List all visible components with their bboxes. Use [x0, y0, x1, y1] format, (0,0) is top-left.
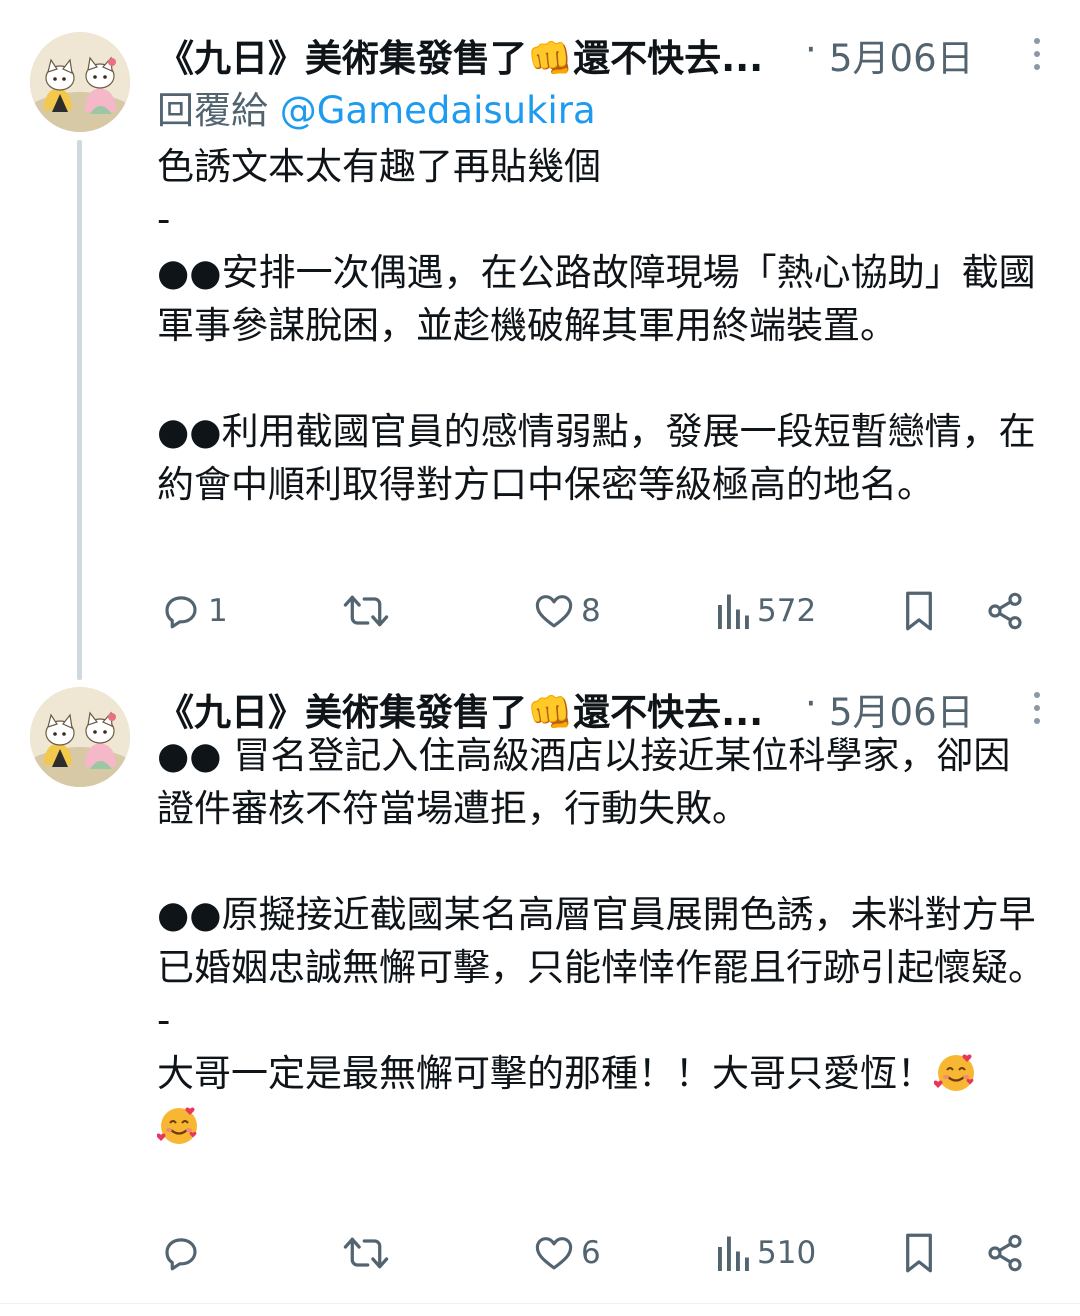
tweet-line: 色誘文本太有趣了再貼幾個	[157, 145, 601, 188]
bookmark-button[interactable]	[902, 586, 936, 636]
heart-icon	[535, 595, 573, 628]
share-icon	[988, 592, 1022, 630]
bookmark-button[interactable]	[902, 1228, 936, 1278]
tweet-1: 《九日》美術集發售了👊還不快去... · 5月06日 回覆給 @Gamedais…	[0, 0, 1080, 680]
reply-prefix: 回覆給	[157, 89, 268, 132]
heart-icon	[535, 1237, 573, 1270]
tweet-line: -	[157, 999, 171, 1042]
reply-handle-link[interactable]: @Gamedaisukira	[280, 89, 596, 132]
reply-count: 1	[208, 593, 228, 629]
like-button[interactable]: 8	[533, 586, 601, 636]
share-button[interactable]	[985, 586, 1025, 636]
more-options-icon[interactable]	[1034, 38, 1042, 77]
reply-button[interactable]: 1	[160, 586, 228, 636]
avatar[interactable]	[30, 32, 130, 132]
avatar-cats-illustration	[30, 687, 130, 787]
bookmark-icon	[906, 1233, 932, 1273]
retweet-icon	[343, 595, 389, 627]
tweet-line	[157, 835, 1047, 888]
views-count: 510	[757, 1235, 817, 1271]
reply-button[interactable]	[160, 1228, 208, 1278]
share-icon	[988, 1234, 1022, 1272]
tweet-line: -	[157, 198, 171, 241]
tweet-text: ●● 冒名登記入住高級酒店以接近某位科學家，卻因證件審核不符當場遭拒，行動失敗。…	[157, 729, 1047, 1153]
like-count: 8	[581, 593, 601, 629]
tweet-line: ●●安排一次偶遇，在公路故障現場「熱心協助」截國軍事參謀脫困，並趁機破解其軍用終…	[157, 251, 1036, 347]
tweet-header: 《九日》美術集發售了👊還不快去... · 5月06日	[157, 28, 1060, 84]
avatar-cats-illustration	[30, 32, 130, 132]
bookmark-icon	[906, 591, 932, 631]
avatar[interactable]	[30, 687, 130, 787]
reply-icon	[165, 1238, 197, 1271]
like-button[interactable]: 6	[533, 1228, 601, 1278]
smiling-face-with-hearts-icon	[157, 1107, 197, 1144]
tweet-line: ●●原擬接近截國某名高層官員展開色誘，未料對方早已婚姻忠誠無懈可擊，只能悻悻作罷…	[157, 893, 1045, 989]
share-button[interactable]	[985, 1228, 1025, 1278]
smiling-face-with-hearts-icon	[934, 1054, 974, 1091]
views-button[interactable]: 510	[715, 1228, 816, 1278]
tweet-actions: 6 510	[157, 1228, 1037, 1278]
divider	[0, 1303, 1080, 1304]
tweet-date[interactable]: 5月06日	[829, 28, 974, 82]
retweet-icon	[343, 1237, 389, 1269]
reply-to-line: 回覆給 @Gamedaisukira	[157, 80, 596, 134]
tweet-2: 《九日》美術集發售了👊還不快去... · 5月06日 ●● 冒名登記入住高級酒店…	[0, 665, 1080, 1305]
tweet-line	[157, 352, 1047, 405]
separator-dot: ·	[805, 682, 817, 725]
separator-dot: ·	[805, 28, 817, 71]
tweet-line-with-emoji: 大哥一定是最無懈可擊的那種！！大哥只愛恆！	[157, 1047, 1047, 1153]
tweet-actions: 1 8 572	[157, 586, 1037, 636]
tweet-line: ●●利用截國官員的感情弱點，發展一段短暫戀情，在約會中順利取得對方口中保密等級極…	[157, 410, 1036, 506]
views-button[interactable]: 572	[715, 586, 816, 636]
like-count: 6	[581, 1235, 601, 1271]
tweet-line: 大哥一定是最無懈可擊的那種！！大哥只愛恆！	[157, 1052, 934, 1095]
reply-icon	[165, 596, 197, 629]
tweet-date[interactable]: 5月06日	[829, 682, 974, 736]
more-options-icon[interactable]	[1034, 692, 1042, 731]
views-chart-icon	[718, 594, 749, 629]
views-count: 572	[757, 593, 817, 629]
tweet-line: ●● 冒名登記入住高級酒店以接近某位科學家，卻因證件審核不符當場遭拒，行動失敗。	[157, 734, 1011, 830]
author-name[interactable]: 《九日》美術集發售了👊還不快去...	[157, 28, 763, 82]
author-name[interactable]: 《九日》美術集發售了👊還不快去...	[157, 682, 763, 736]
retweet-button[interactable]	[342, 1228, 390, 1278]
thread-connector-line	[77, 140, 82, 680]
views-chart-icon	[718, 1236, 749, 1271]
retweet-button[interactable]	[342, 586, 390, 636]
tweet-text: 色誘文本太有趣了再貼幾個 - ●●安排一次偶遇，在公路故障現場「熱心協助」截國軍…	[157, 140, 1047, 511]
